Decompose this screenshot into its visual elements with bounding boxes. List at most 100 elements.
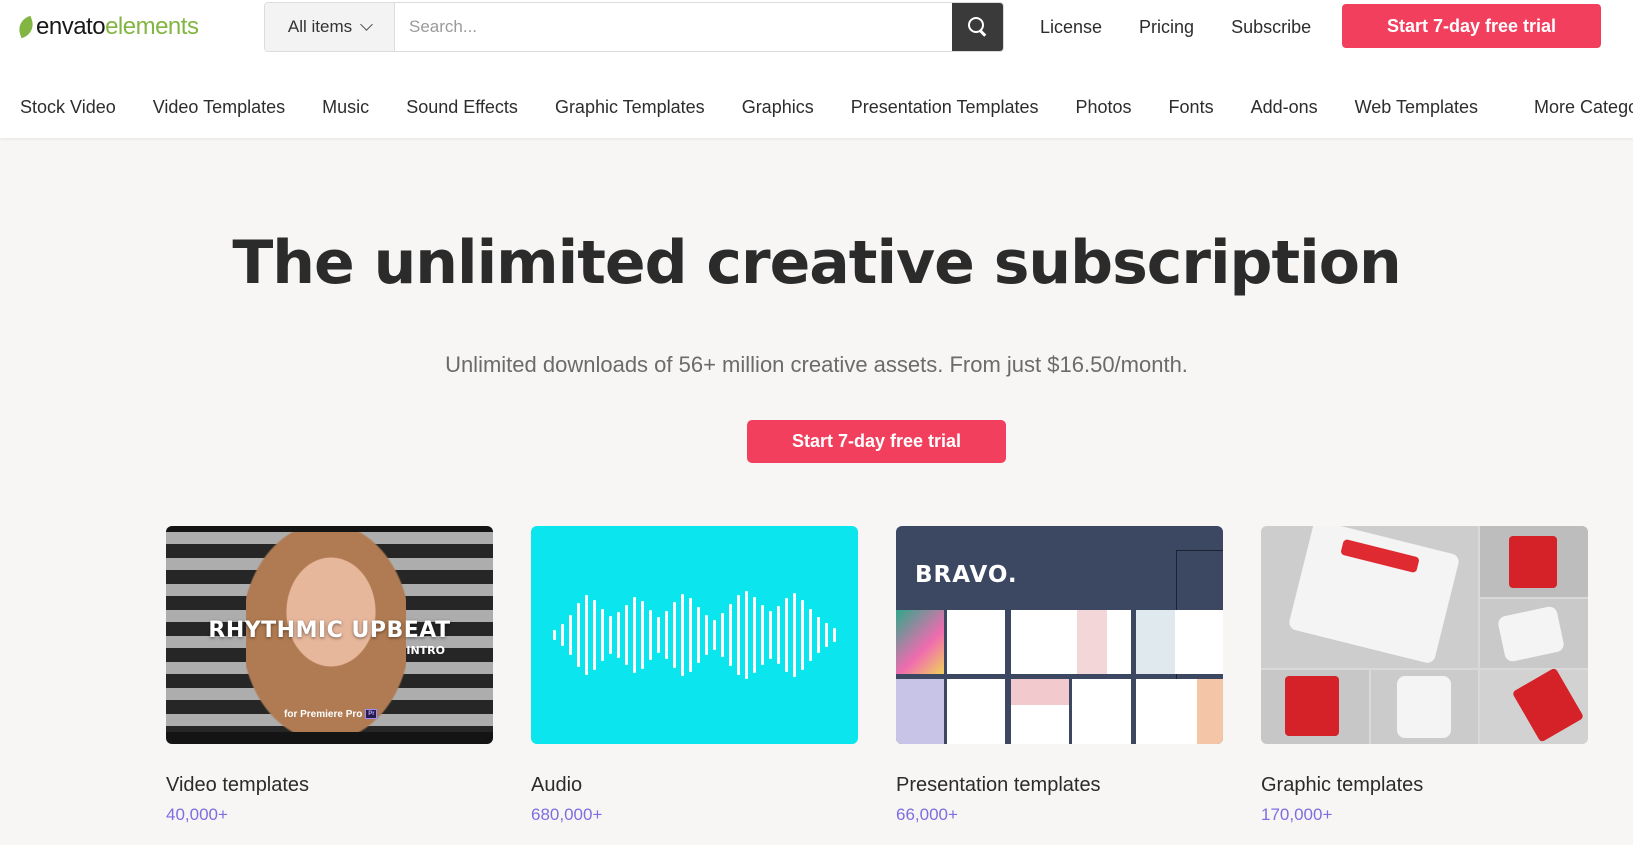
subscribe-link[interactable]: Subscribe (1231, 17, 1311, 38)
category-cards: RHYTHMIC UPBEAT INTRO for Premiere Pro Pr… (166, 526, 1588, 825)
waveform-bar (769, 611, 772, 659)
video-templates-thumbnail[interactable]: RHYTHMIC UPBEAT INTRO for Premiere Pro Pr (166, 526, 493, 744)
waveform-bar (753, 597, 756, 673)
license-link[interactable]: License (1040, 17, 1102, 38)
waveform-bar (657, 617, 660, 653)
pricing-link[interactable]: Pricing (1139, 17, 1194, 38)
waveform-bar (777, 606, 780, 664)
waveform-bar (721, 613, 724, 657)
waveform-bar (625, 605, 628, 665)
card-audio[interactable]: Audio 680,000+ (531, 526, 858, 825)
slide-thumb (947, 610, 1005, 674)
thumb-subtitle: INTRO (406, 644, 445, 657)
category-graphics[interactable]: Graphics (742, 97, 814, 118)
category-photos[interactable]: Photos (1076, 97, 1132, 118)
slide-thumb (1011, 610, 1131, 674)
waveform-bar (641, 601, 644, 669)
more-categories-link[interactable]: More Categori (1534, 97, 1633, 118)
waveform-bar (681, 594, 684, 676)
red-polo-mockup (1509, 536, 1557, 588)
waveform-bar (745, 591, 748, 679)
waveform-bar (593, 600, 596, 670)
logo-text-elements: elements (105, 13, 199, 40)
waveform-bar (809, 609, 812, 661)
waveform-bar (689, 598, 692, 672)
hero-title: The unlimited creative subscription (232, 228, 1401, 298)
hero-trial-button[interactable]: Start 7-day free trial (747, 420, 1006, 463)
waveform-bar (761, 605, 764, 665)
search-input[interactable] (395, 3, 952, 51)
waveform-bar (561, 624, 564, 646)
card-title[interactable]: Presentation templates (896, 774, 1223, 797)
waveform-icon (553, 585, 836, 685)
card-title[interactable]: Video templates (166, 774, 493, 797)
search-bar: All items (264, 2, 1004, 52)
card-count: 680,000+ (531, 805, 603, 824)
card-count: 170,000+ (1261, 805, 1333, 824)
waveform-bar (665, 611, 668, 659)
card-title[interactable]: Graphic templates (1261, 774, 1588, 797)
hero-subtitle: Unlimited downloads of 56+ million creat… (445, 352, 1188, 377)
category-fonts[interactable]: Fonts (1169, 97, 1214, 118)
category-video-templates[interactable]: Video Templates (153, 97, 285, 118)
search-icon (967, 17, 988, 37)
waveform-bar (617, 612, 620, 658)
waveform-bar (833, 628, 836, 642)
header-links: License Pricing Subscribe (1040, 17, 1311, 38)
card-graphic-templates[interactable]: Graphic templates 170,000+ (1261, 526, 1588, 825)
waveform-bar (609, 616, 612, 654)
slide-thumb (896, 610, 944, 674)
search-category-label: All items (287, 17, 353, 36)
red-polo-mockup (1285, 676, 1339, 736)
waveform-bar (673, 602, 676, 668)
category-presentation-templates[interactable]: Presentation Templates (851, 97, 1039, 118)
waveform-bar (737, 595, 740, 675)
thumb-note: for Premiere Pro Pr (284, 709, 378, 720)
slide-thumb (1072, 679, 1131, 744)
category-add-ons[interactable]: Add-ons (1251, 97, 1318, 118)
waveform-bar (577, 603, 580, 667)
waveform-bar (553, 630, 556, 640)
waveform-bar (697, 607, 700, 663)
card-presentation-templates[interactable]: BRAVO. Presentation templates 66,000+ (896, 526, 1223, 825)
graphic-templates-thumbnail[interactable] (1261, 526, 1588, 744)
waveform-bar (705, 615, 708, 655)
category-sound-effects[interactable]: Sound Effects (406, 97, 518, 118)
card-count: 66,000+ (896, 805, 958, 824)
waveform-bar (585, 595, 588, 675)
waveform-bar (793, 593, 796, 677)
thumb-title: BRAVO. (915, 562, 1018, 588)
waveform-bar (729, 604, 732, 666)
slide-thumb (1136, 679, 1223, 744)
white-polo-mockup (1397, 676, 1451, 738)
search-category-dropdown[interactable]: All items (265, 3, 395, 51)
card-title[interactable]: Audio (531, 774, 858, 797)
envato-elements-logo[interactable]: envato elements (15, 10, 199, 44)
slide-thumb (947, 679, 1005, 744)
audio-thumbnail[interactable] (531, 526, 858, 744)
category-nav: Stock Video Video Templates Music Sound … (0, 78, 1633, 136)
logo-text-envato: envato (36, 13, 106, 40)
category-music[interactable]: Music (322, 97, 369, 118)
waveform-bar (649, 610, 652, 660)
search-button[interactable] (952, 3, 1003, 51)
waveform-bar (633, 597, 636, 673)
waveform-bar (569, 615, 572, 655)
header: envatoelements All items License Pricing… (0, 0, 1633, 138)
waveform-bar (801, 600, 804, 670)
waveform-bar (825, 623, 828, 647)
slide-thumb (1136, 610, 1223, 674)
thumb-note-text: for Premiere Pro (284, 709, 363, 720)
waveform-bar (601, 609, 604, 661)
card-video-templates[interactable]: RHYTHMIC UPBEAT INTRO for Premiere Pro Pr… (166, 526, 493, 825)
category-stock-video[interactable]: Stock Video (20, 97, 116, 118)
presentation-templates-thumbnail[interactable]: BRAVO. (896, 526, 1223, 744)
slide-thumb (1011, 679, 1069, 744)
premiere-pro-icon: Pr (365, 709, 378, 720)
chevron-down-icon (360, 18, 373, 31)
header-trial-button[interactable]: Start 7-day free trial (1342, 4, 1601, 48)
category-web-templates[interactable]: Web Templates (1355, 97, 1478, 118)
thumb-title: RHYTHMIC UPBEAT (208, 618, 451, 643)
category-graphic-templates[interactable]: Graphic Templates (555, 97, 705, 118)
leaf-icon (15, 15, 37, 39)
